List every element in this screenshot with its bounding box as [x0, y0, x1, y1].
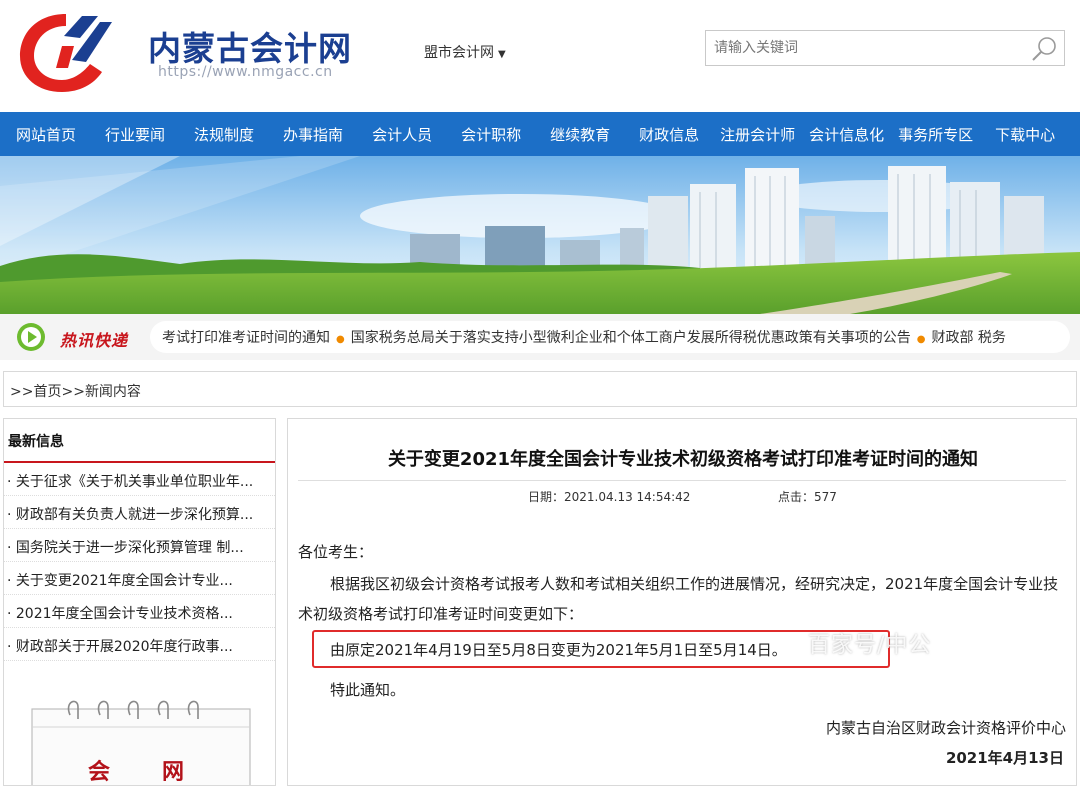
nav-item-continuing-education[interactable]: 继续教育	[550, 124, 610, 145]
site-header: 内蒙古会计网 https://www.nmgacc.cn 盟市会计网 ▼	[0, 0, 1080, 112]
nav-item-regulations[interactable]: 法规制度	[194, 124, 254, 145]
clicks-label: 点击：	[778, 490, 815, 504]
calendar-char: 网	[162, 759, 184, 785]
search-input[interactable]	[714, 37, 1014, 59]
article-highlight: 由原定2021年4月19日至5月8日变更为2021年5月1日至5月14日。	[330, 641, 787, 659]
breadcrumb-current: 新闻内容	[84, 384, 141, 400]
nav-item-informatization[interactable]: 会计信息化	[809, 124, 884, 145]
calendar-char: 会	[88, 759, 110, 785]
article-sign-date: 2021年4月13日	[945, 749, 1064, 767]
ticker-item[interactable]: 国家税务总局关于落实支持小型微利企业和个体工商户发展所得税优惠政策有关事项的公告	[351, 330, 911, 346]
article-notice: 特此通知。	[330, 681, 406, 699]
calendar-icon[interactable]: 会 网	[30, 697, 252, 786]
clicks-value: 577	[814, 490, 837, 504]
ticker-item[interactable]: 财政部 税务	[931, 330, 1005, 346]
ticker-label: 热讯快递	[60, 331, 129, 350]
site-url: https://www.nmgacc.cn	[158, 64, 333, 80]
watermark: 百家号/中公	[808, 633, 932, 658]
news-ticker: 热讯快递 考试打印准考证时间的通知 ● 国家税务总局关于落实支持小型微利企业和个体工…	[0, 314, 1080, 360]
list-item[interactable]: · 关于征求《关于机关事业单位职业年...	[4, 463, 275, 496]
breadcrumb-separator: >>	[10, 384, 34, 400]
nav-item-downloads[interactable]: 下载中心	[995, 124, 1055, 145]
article-paragraph: 根据我区初级会计资格考试报考人数和考试相关组织工作的进展情况，经研究决定，202…	[298, 575, 1059, 623]
ticker-track: 考试打印准考证时间的通知 ● 国家税务总局关于落实支持小型微利企业和个体工商户发展所…	[150, 321, 1070, 353]
article-panel: 关于变更2021年度全国会计专业技术初级资格考试打印准考证时间的通知 日期：20…	[287, 418, 1077, 786]
nav-item-firms[interactable]: 事务所专区	[898, 124, 973, 145]
article-date: 日期：2021.04.13 14:54:42	[528, 488, 690, 505]
article-title: 关于变更2021年度全国会计专业技术初级资格考试打印准考证时间的通知	[387, 449, 979, 470]
breadcrumb: >>首页>>新闻内容	[3, 371, 1077, 407]
site-logo-icon[interactable]	[14, 6, 114, 96]
city-site-dropdown[interactable]: 盟市会计网 ▼	[424, 42, 506, 62]
nav-item-home[interactable]: 网站首页	[16, 124, 76, 145]
list-item[interactable]: · 国务院关于进一步深化预算管理 制...	[4, 529, 275, 562]
article-signature: 内蒙古自治区财政会计资格评价中心	[825, 719, 1066, 737]
bullet-dot-icon: ●	[336, 334, 345, 345]
latest-news-list: · 关于征求《关于机关事业单位职业年... · 财政部有关负责人就进一步深化预算…	[4, 463, 275, 661]
nav-item-industry-news[interactable]: 行业要闻	[105, 124, 165, 145]
list-item[interactable]: · 2021年度全国会计专业技术资格...	[4, 595, 275, 628]
ticker-item[interactable]: 考试打印准考证时间的通知	[162, 330, 330, 346]
nav-item-finance-info[interactable]: 财政信息	[639, 124, 699, 145]
list-item[interactable]: · 财政部关于开展2020年度行政事...	[4, 628, 275, 661]
play-circle-icon[interactable]	[16, 322, 46, 352]
city-site-label: 盟市会计网	[424, 45, 494, 61]
nav-item-cpa[interactable]: 注册会计师	[720, 124, 795, 145]
article-clicks: 点击：577	[778, 488, 837, 505]
list-item[interactable]: · 财政部有关负责人就进一步深化预算...	[4, 496, 275, 529]
latest-news-sidebar: 最新信息 · 关于征求《关于机关事业单位职业年... · 财政部有关负责人就进一…	[3, 418, 276, 786]
nav-item-titles[interactable]: 会计职称	[461, 124, 521, 145]
main-nav: 网站首页 行业要闻 法规制度 办事指南 会计人员 会计职称 继续教育 财政信息 …	[0, 112, 1080, 156]
breadcrumb-separator: >>	[61, 384, 85, 400]
title-divider	[298, 480, 1066, 481]
nav-item-guide[interactable]: 办事指南	[283, 124, 343, 145]
site-name[interactable]: 内蒙古会计网	[148, 22, 352, 70]
banner-illustration	[0, 156, 1080, 314]
search-box	[705, 30, 1065, 66]
search-icon[interactable]	[1030, 35, 1058, 63]
sidebar-title: 最新信息	[4, 419, 275, 463]
date-value: 2021.04.13 14:54:42	[564, 490, 691, 504]
list-item[interactable]: · 关于变更2021年度全国会计专业...	[4, 562, 275, 595]
date-label: 日期：	[528, 490, 565, 504]
city-banner-image	[0, 156, 1080, 314]
article-greeting: 各位考生：	[298, 543, 374, 561]
nav-item-accountants[interactable]: 会计人员	[372, 124, 432, 145]
bullet-dot-icon: ●	[916, 334, 926, 345]
caret-down-icon: ▼	[498, 49, 506, 60]
breadcrumb-home[interactable]: 首页	[33, 384, 61, 400]
